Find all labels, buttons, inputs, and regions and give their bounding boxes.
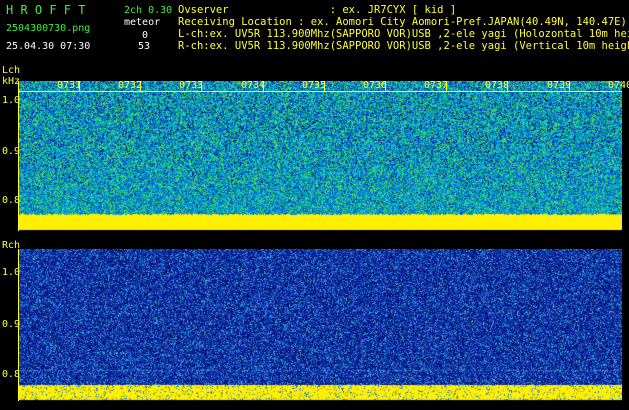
datetime: 25.04.30 07:30 [6, 41, 91, 52]
lch-y-tick-1-0: 1.0 [2, 95, 21, 106]
lch-time-tick-label: 0735 [302, 80, 327, 91]
rch-meteor-count: 53 [138, 41, 151, 52]
lch-time-axis [18, 91, 622, 92]
lch-label: Lch [2, 65, 21, 76]
lch-time-tick-label: 0736 [363, 80, 388, 91]
lch-time-tick-label: 0732 [118, 80, 143, 91]
app-title: H R O F F T [6, 3, 86, 17]
lch-time-tick-label: 0733 [179, 80, 204, 91]
lch-info: L-ch:ex. UV5R 113.900Mhz(SAPPORO VOR)USB… [178, 28, 629, 40]
lch-time-tick-label: 0734 [241, 80, 266, 91]
lch-time-tick-label: 0738 [485, 80, 510, 91]
lch-meteor-count: 0 [142, 30, 149, 41]
lch-y-tick-0-9: 0.9 [2, 146, 21, 157]
lch-time-tick-label: 0739 [547, 80, 572, 91]
observer-line: Ovserver : ex. JR7CYX [ kid ] [178, 4, 457, 16]
lch-time-tick-label: 0737 [424, 80, 449, 91]
lch-time-tick-label: 0731 [57, 80, 82, 91]
rch-y-tick-0-8: 0.8 [2, 369, 21, 380]
channel-version: 2ch 0.30 [124, 5, 173, 16]
rch-y-tick-0-9: 0.9 [2, 319, 21, 330]
lch-waterfall [19, 81, 622, 231]
meteor-label: meteor [124, 17, 161, 28]
filename: 2504300730.png [6, 23, 91, 34]
rch-info: R-ch:ex. UV5R 113.900Mhz(SAPPORO VOR)USB… [178, 40, 629, 52]
rch-y-tick-1-0: 1.0 [2, 267, 21, 278]
lch-y-tick-0-8: 0.8 [2, 195, 21, 206]
lch-time-tick-label: 0740 [608, 80, 629, 91]
location-line: Receiving Location : ex. Aomori City Aom… [178, 16, 627, 28]
rch-waterfall [19, 249, 622, 401]
